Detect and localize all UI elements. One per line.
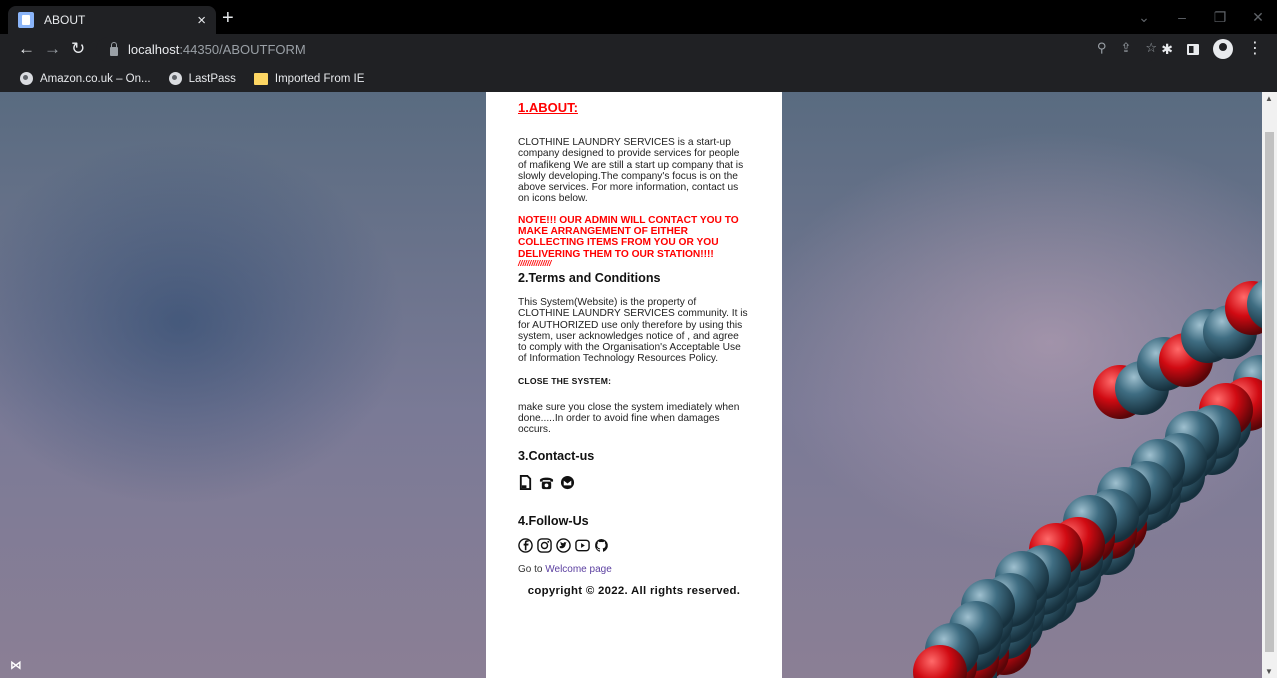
- tab-title: ABOUT: [44, 13, 86, 27]
- page-scrollbar[interactable]: ▲ ▼: [1262, 92, 1277, 678]
- welcome-page-link[interactable]: Welcome page: [545, 564, 612, 575]
- contact-heading: 3.Contact-us: [518, 448, 595, 463]
- contact-icons: [518, 474, 750, 490]
- minimize-icon[interactable]: –: [1163, 9, 1201, 25]
- about-heading: 1.ABOUT:: [518, 100, 578, 115]
- new-tab-button[interactable]: +: [222, 8, 234, 28]
- share-icon[interactable]: ⇪: [1120, 40, 1131, 56]
- bookmark-item[interactable]: LastPass: [168, 72, 236, 85]
- youtube-icon[interactable]: [575, 538, 590, 553]
- about-panel: 1.ABOUT: CLOTHINE LAUNDRY SERVICES is a …: [486, 92, 782, 678]
- side-panel-icon[interactable]: [1187, 43, 1199, 55]
- active-tab[interactable]: ABOUT ×: [8, 6, 216, 34]
- url-path: :44350/ABOUTFORM: [179, 42, 306, 57]
- back-icon[interactable]: ←: [18, 39, 35, 59]
- goto-prefix: Go to: [518, 563, 546, 575]
- terms-text: This System(Website) is the property of …: [518, 296, 748, 365]
- tab-search-icon[interactable]: ⌄: [1125, 9, 1163, 26]
- devtools-badge-icon[interactable]: ⋈: [10, 658, 28, 672]
- about-text: CLOTHINE LAUNDRY SERVICES is a start-up …: [518, 137, 744, 205]
- facebook-icon[interactable]: [518, 537, 533, 553]
- folder-icon: [253, 72, 268, 85]
- menu-kebab-icon[interactable]: ⋮: [1247, 41, 1263, 57]
- social-icons: [518, 537, 750, 553]
- phone-icon[interactable]: [518, 474, 533, 490]
- github-icon[interactable]: [594, 538, 609, 553]
- scroll-thumb[interactable]: [1265, 132, 1274, 652]
- telephone-icon[interactable]: [539, 475, 554, 490]
- close-tab-icon[interactable]: ×: [197, 13, 206, 28]
- extension-icons: ✱ ⋮: [1161, 39, 1263, 59]
- window-controls: ⌄ – ❐ ✕: [1125, 0, 1277, 34]
- bookmark-folder[interactable]: Imported From IE: [253, 72, 365, 85]
- background-spheres-image: [913, 279, 1262, 678]
- browser-toolbar: ← → ↻ localhost:44350/ABOUTFORM ⚲ ⇪ ☆ ✱ …: [0, 34, 1277, 65]
- copyright-text: copyright © 2022. All rights reserved.: [527, 584, 741, 597]
- scroll-down-arrow-icon[interactable]: ▼: [1265, 667, 1273, 676]
- email-icon[interactable]: [560, 475, 575, 490]
- bookmark-star-icon[interactable]: ☆: [1145, 40, 1157, 56]
- scroll-up-arrow-icon[interactable]: ▲: [1265, 94, 1273, 103]
- forward-icon[interactable]: →: [44, 39, 61, 59]
- close-system-text: make sure you close the system imediatel…: [518, 401, 740, 436]
- page-viewport: ⋈ 1.ABOUT: CLOTHINE LAUNDRY SERVICES is …: [0, 92, 1262, 678]
- zoom-icon[interactable]: ⚲: [1097, 40, 1107, 56]
- restore-icon[interactable]: ❐: [1201, 9, 1239, 26]
- globe-icon: [168, 72, 182, 85]
- address-bar-actions: ⚲ ⇪ ☆: [1097, 40, 1157, 56]
- profile-avatar-icon[interactable]: [1213, 39, 1233, 59]
- bookmark-label: LastPass: [188, 72, 236, 85]
- lock-icon[interactable]: [110, 41, 118, 56]
- address-bar[interactable]: localhost:44350/ABOUTFORM: [96, 37, 1158, 62]
- note-text: NOTE!!! OUR ADMIN WILL CONTACT YOU TO MA…: [518, 214, 739, 260]
- twitter-icon[interactable]: [556, 537, 571, 553]
- note-slashes: ///////////////: [518, 258, 552, 268]
- bookmarks-bar: Amazon.co.uk – On... LastPass Imported F…: [0, 65, 1277, 92]
- bookmark-label: Imported From IE: [274, 72, 365, 85]
- browser-titlebar: ABOUT × + ⌄ – ❐ ✕: [0, 0, 1277, 34]
- bookmark-label: Amazon.co.uk – On...: [40, 72, 151, 85]
- terms-heading: 2.Terms and Conditions: [518, 270, 661, 285]
- follow-heading: 4.Follow-Us: [518, 513, 589, 528]
- page-icon: [18, 12, 34, 28]
- instagram-icon[interactable]: [537, 537, 552, 553]
- close-system-heading: CLOSE THE SYSTEM:: [518, 375, 612, 386]
- bookmark-item[interactable]: Amazon.co.uk – On...: [20, 72, 151, 85]
- reload-icon[interactable]: ↻: [71, 39, 85, 59]
- globe-icon: [20, 72, 33, 85]
- url-host: localhost: [128, 42, 180, 57]
- close-window-icon[interactable]: ✕: [1239, 9, 1277, 26]
- extensions-puzzle-icon[interactable]: ✱: [1161, 41, 1173, 58]
- goto-line: Go to Welcome page: [518, 564, 750, 575]
